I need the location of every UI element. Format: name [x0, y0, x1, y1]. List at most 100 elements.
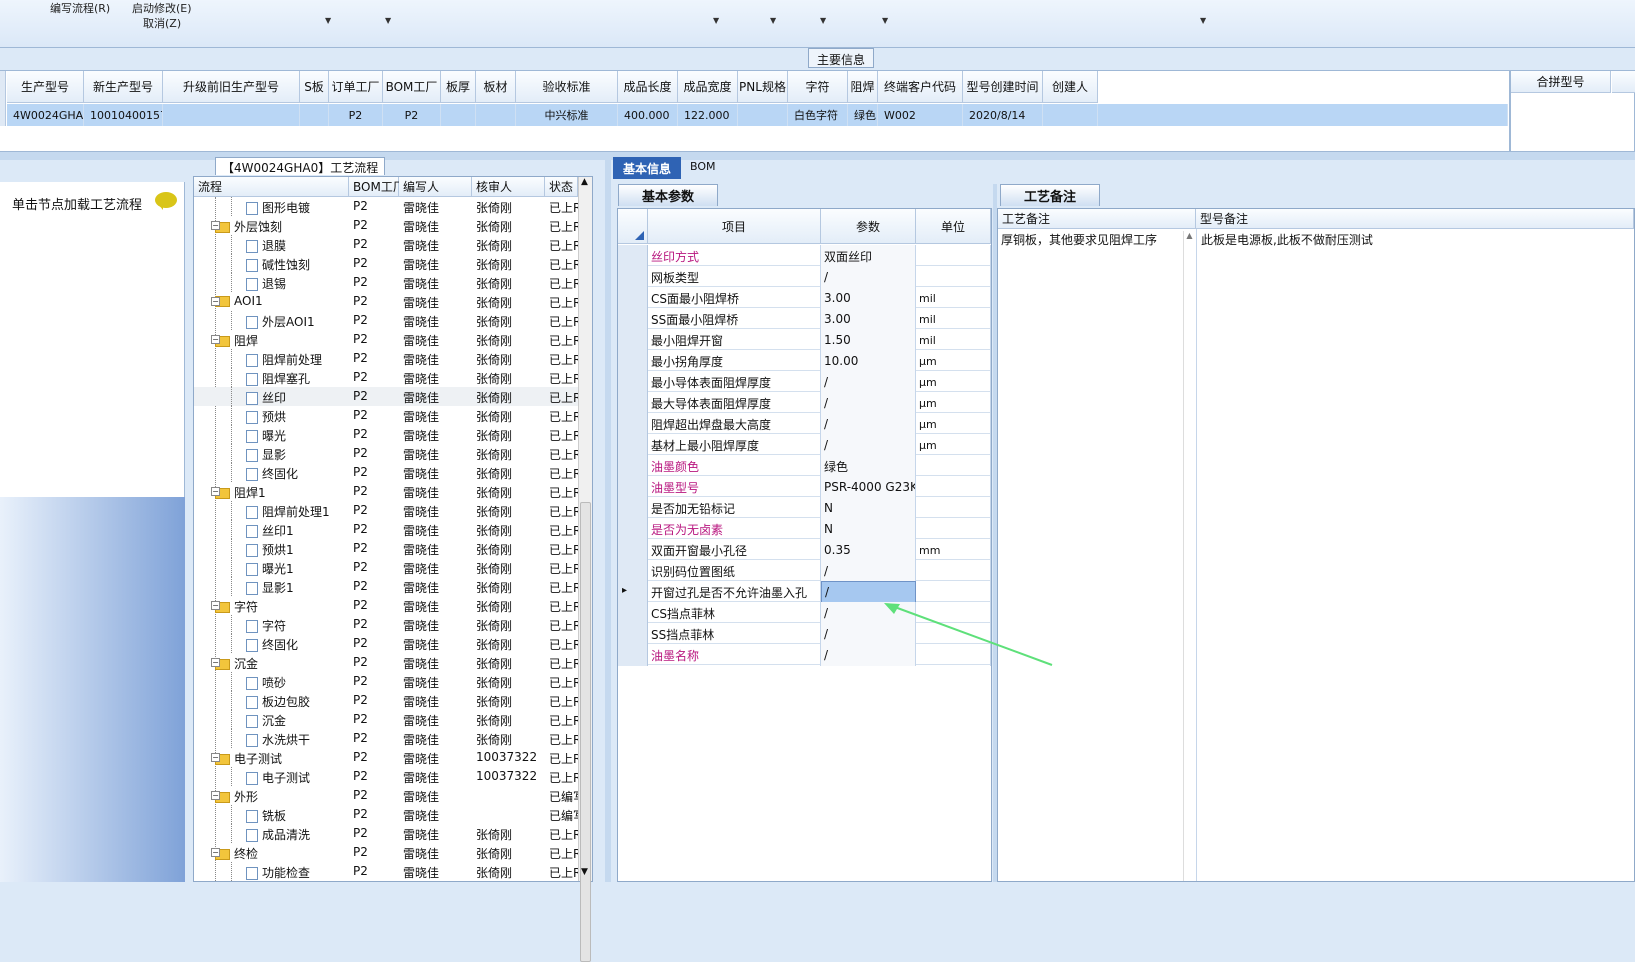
params-row[interactable]: 最小导体表面阻焊厚度 / μm: [618, 371, 991, 393]
row-indicator[interactable]: [618, 434, 648, 456]
flow-node[interactable]: 板边包胶: [246, 693, 310, 710]
param-value-cell[interactable]: /: [821, 560, 916, 582]
column-header[interactable]: 阻焊: [848, 71, 878, 103]
flow-row[interactable]: 沉金 − P2 雷晓佳 张倚刚 已上R: [194, 653, 578, 672]
grid-cell[interactable]: [738, 104, 788, 126]
grid-cell[interactable]: 400.000: [618, 104, 678, 126]
tab-basic-info[interactable]: 基本信息: [613, 157, 681, 179]
collapse-toggle-icon[interactable]: −: [211, 221, 220, 230]
grid-cell[interactable]: P2: [383, 104, 441, 126]
flow-node[interactable]: 外层AOI1: [246, 313, 315, 330]
flow-row[interactable]: 阻焊 − P2 雷晓佳 张倚刚 已上R: [194, 330, 578, 349]
row-indicator[interactable]: [618, 518, 648, 540]
params-row[interactable]: ▸ 开窗过孔是否不允许油墨入孔 /: [618, 581, 991, 603]
collapse-toggle-icon[interactable]: −: [211, 601, 220, 610]
flow-row[interactable]: 外层AOI1 P2 雷晓佳 张倚刚 已上R: [194, 311, 578, 330]
flow-node[interactable]: 阻焊1: [215, 484, 266, 501]
params-row[interactable]: 最小阻焊开窗 1.50 mil: [618, 329, 991, 351]
flow-node[interactable]: 喷砂: [246, 674, 286, 691]
flow-row[interactable]: 阻焊前处理 P2 雷晓佳 张倚刚 已上R: [194, 349, 578, 368]
flow-row[interactable]: 外形 − P2 雷晓佳 已编写: [194, 786, 578, 805]
flow-row[interactable]: 功能检查 P2 雷晓佳 张倚刚 已上R: [194, 862, 578, 881]
param-value-cell[interactable]: 0.35: [821, 539, 916, 561]
collapse-toggle-icon[interactable]: −: [211, 791, 220, 800]
params-column-header[interactable]: 项目: [648, 209, 821, 244]
vertical-scrollbar[interactable]: ▲ ▼: [578, 177, 592, 962]
flow-row[interactable]: 外层蚀刻 − P2 雷晓佳 张倚刚 已上R: [194, 216, 578, 235]
row-indicator[interactable]: [618, 539, 648, 561]
flow-row[interactable]: 阻焊塞孔 P2 雷晓佳 张倚刚 已上R: [194, 368, 578, 387]
flow-node[interactable]: 丝印: [246, 389, 286, 406]
flow-node[interactable]: 终固化: [246, 636, 298, 653]
flow-row[interactable]: 阻焊1 − P2 雷晓佳 张倚刚 已上R: [194, 482, 578, 501]
flow-node[interactable]: 终检: [215, 845, 258, 862]
param-value-cell[interactable]: 10.00: [821, 350, 916, 372]
column-header[interactable]: 成品宽度: [678, 71, 738, 103]
param-value-cell[interactable]: /: [821, 413, 916, 435]
param-value-cell[interactable]: /: [821, 434, 916, 456]
row-indicator[interactable]: [618, 413, 648, 435]
tab-basic-params[interactable]: 基本参数: [618, 184, 718, 206]
row-indicator[interactable]: [618, 329, 648, 351]
tab-bom[interactable]: BOM: [690, 160, 716, 173]
flow-node[interactable]: 终固化: [246, 465, 298, 482]
flow-row[interactable]: 预烘1 P2 雷晓佳 张倚刚 已上R: [194, 539, 578, 558]
row-indicator[interactable]: [618, 455, 648, 477]
model-remark-value[interactable]: 此板是电源板,此板不做耐压测试: [1201, 231, 1373, 248]
flow-row[interactable]: 碱性蚀刻 P2 雷晓佳 张倚刚 已上R: [194, 254, 578, 273]
flow-node[interactable]: 预烘: [246, 408, 286, 425]
params-row[interactable]: 是否为无卤素 N: [618, 518, 991, 540]
row-indicator[interactable]: ▸: [618, 581, 648, 603]
flow-row[interactable]: 板边包胶 P2 雷晓佳 张倚刚 已上R: [194, 691, 578, 710]
params-row[interactable]: CS面最小阻焊桥 3.00 mil: [618, 287, 991, 309]
dropdown-arrow-icon[interactable]: ▼: [770, 16, 776, 25]
dropdown-arrow-icon[interactable]: ▼: [882, 16, 888, 25]
flow-column-header[interactable]: 状态: [545, 177, 578, 197]
param-value-cell[interactable]: 双面丝印: [821, 245, 916, 267]
flow-node[interactable]: 显影1: [246, 579, 294, 596]
flow-row[interactable]: 终检 − P2 雷晓佳 张倚刚 已上R: [194, 843, 578, 862]
merge-model-header[interactable]: 合拼型号: [1511, 71, 1611, 93]
flow-row[interactable]: 终固化 P2 雷晓佳 张倚刚 已上R: [194, 463, 578, 482]
flow-row[interactable]: 退锡 P2 雷晓佳 张倚刚 已上R: [194, 273, 578, 292]
column-header[interactable]: 终端客户代码: [878, 71, 963, 103]
flow-row[interactable]: 电子测试 − P2 雷晓佳 10037322 已上R: [194, 748, 578, 767]
row-indicator[interactable]: [618, 476, 648, 498]
grid-cell[interactable]: 绿色: [848, 104, 878, 126]
params-row[interactable]: SS面最小阻焊桥 3.00 mil: [618, 308, 991, 330]
params-row[interactable]: 丝印方式 双面丝印: [618, 245, 991, 267]
flow-row[interactable]: 电子测试 P2 雷晓佳 10037322 已上R: [194, 767, 578, 786]
grid-cell[interactable]: [476, 104, 516, 126]
flow-node[interactable]: 退膜: [246, 237, 286, 254]
grid-cell[interactable]: P2: [329, 104, 383, 126]
row-indicator[interactable]: [618, 371, 648, 393]
row-indicator[interactable]: [0, 71, 6, 126]
flow-node[interactable]: 退锡: [246, 275, 286, 292]
row-indicator[interactable]: [618, 308, 648, 330]
scroll-down-icon[interactable]: ▼: [581, 867, 588, 877]
flow-row[interactable]: 丝印1 P2 雷晓佳 张倚刚 已上R: [194, 520, 578, 539]
column-header[interactable]: 板材: [476, 71, 516, 103]
edit-flow-menu[interactable]: 编写流程(R): [50, 0, 110, 16]
row-indicator[interactable]: [618, 266, 648, 288]
column-header[interactable]: 字符: [788, 71, 848, 103]
collapse-toggle-icon[interactable]: −: [211, 848, 220, 857]
flow-node[interactable]: 字符: [215, 598, 258, 615]
column-header[interactable]: 验收标准: [516, 71, 618, 103]
params-corner[interactable]: [618, 209, 648, 244]
flow-node[interactable]: 曝光: [246, 427, 286, 444]
flow-column-header[interactable]: 核审人: [472, 177, 545, 197]
grid-cell[interactable]: 中兴标准: [516, 104, 618, 126]
flow-node[interactable]: 曝光1: [246, 560, 294, 577]
row-indicator[interactable]: [618, 245, 648, 267]
row-indicator[interactable]: [618, 497, 648, 519]
dropdown-arrow-icon[interactable]: ▼: [1200, 16, 1206, 25]
flow-row[interactable]: 字符 P2 雷晓佳 张倚刚 已上R: [194, 615, 578, 634]
flow-row[interactable]: 显影1 P2 雷晓佳 张倚刚 已上R: [194, 577, 578, 596]
grid-cell[interactable]: [441, 104, 476, 126]
flow-node[interactable]: 字符: [246, 617, 286, 634]
grid-cell[interactable]: [163, 104, 300, 126]
column-header[interactable]: 成品长度: [618, 71, 678, 103]
dropdown-arrow-icon[interactable]: ▼: [325, 16, 331, 25]
flow-node[interactable]: 外形: [215, 788, 258, 805]
